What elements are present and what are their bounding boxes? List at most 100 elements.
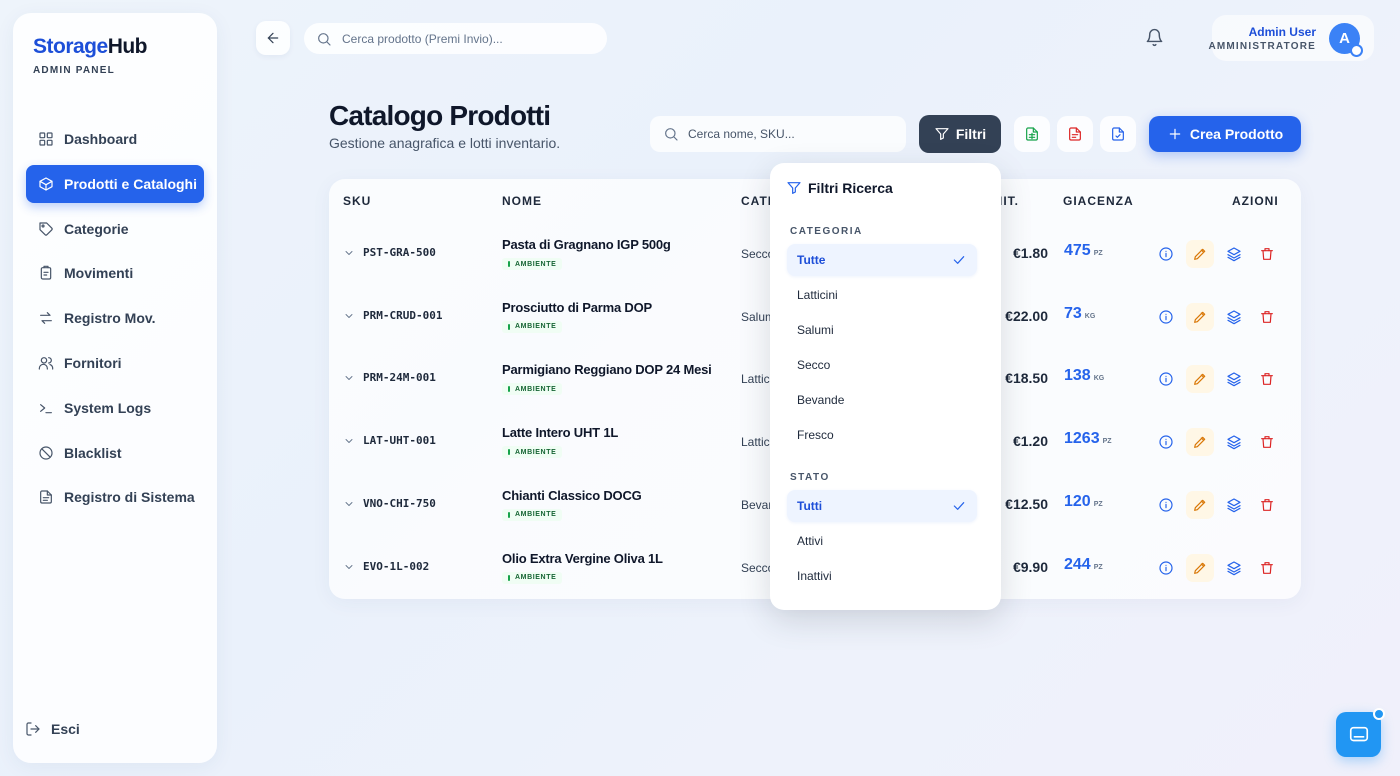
edit-button[interactable] <box>1186 302 1214 331</box>
sidebar-item-movement-log[interactable]: Registro Mov. <box>26 299 204 337</box>
sidebar-item-dashboard[interactable]: Dashboard <box>26 120 204 158</box>
sidebar-item-label: Fornitori <box>64 354 122 371</box>
notifications-button[interactable] <box>1145 28 1164 52</box>
storage-badge: AMBIENTE <box>502 446 563 459</box>
trash-icon <box>1259 497 1275 513</box>
create-product-label: Crea Prodotto <box>1189 126 1284 142</box>
storage-badge: AMBIENTE <box>502 383 563 396</box>
filters-button[interactable]: Filtri <box>919 115 1001 153</box>
sidebar-item-suppliers[interactable]: Fornitori <box>26 344 204 382</box>
info-icon <box>1158 434 1174 450</box>
batches-button[interactable] <box>1220 554 1248 582</box>
batches-button[interactable] <box>1220 365 1248 393</box>
storage-badge: AMBIENTE <box>502 508 563 521</box>
sidebar-item-system-logs[interactable]: System Logs <box>26 389 204 427</box>
filters-title-label: Filtri Ricerca <box>808 180 893 196</box>
edit-button[interactable] <box>1186 428 1214 457</box>
info-button[interactable] <box>1152 240 1180 268</box>
option-label: Latticini <box>797 288 838 302</box>
back-button[interactable] <box>256 21 290 55</box>
stock-value: 138 <box>1064 367 1091 385</box>
page-title: Catalogo Prodotti <box>329 100 551 131</box>
chevron-down-icon[interactable] <box>343 561 355 573</box>
chevron-down-icon[interactable] <box>343 372 355 384</box>
check-icon <box>951 252 967 268</box>
grid-icon <box>38 131 54 147</box>
edit-button[interactable] <box>1186 365 1214 394</box>
info-button[interactable] <box>1152 428 1180 456</box>
column-header-stock[interactable]: GIACENZA <box>1063 194 1134 208</box>
avatar[interactable]: A <box>1329 23 1363 57</box>
chevron-down-icon[interactable] <box>343 498 355 510</box>
category-option-dry[interactable]: Secco <box>787 349 977 381</box>
storage-badge: AMBIENTE <box>502 320 563 333</box>
row-sku: PST-GRA-500 <box>363 246 436 259</box>
info-button[interactable] <box>1152 365 1180 393</box>
export-excel-button[interactable] <box>1014 116 1050 152</box>
sidebar-item-label: Blacklist <box>64 444 122 461</box>
edit-button[interactable] <box>1186 240 1214 268</box>
sidebar-item-label: Categorie <box>64 220 129 237</box>
sidebar-item-label: Registro di Sistema <box>64 489 195 506</box>
logout-button[interactable]: Esci <box>25 721 80 737</box>
tag-icon <box>38 221 54 237</box>
user-name: Admin User <box>1248 25 1316 39</box>
storage-badge: AMBIENTE <box>502 571 563 584</box>
row-stock: 1263 PZ <box>1064 430 1112 448</box>
catalog-search-input[interactable] <box>688 127 888 141</box>
sidebar-item-categories[interactable]: Categorie <box>26 210 204 248</box>
delete-button[interactable] <box>1253 240 1281 268</box>
batches-button[interactable] <box>1220 491 1248 519</box>
delete-button[interactable] <box>1253 303 1281 331</box>
category-option-dairy[interactable]: Latticini <box>787 279 977 311</box>
trash-icon <box>1259 246 1275 262</box>
export-pdf-button[interactable] <box>1057 116 1093 152</box>
sidebar-item-system-registry[interactable]: Registro di Sistema <box>26 478 204 516</box>
row-stock: 138 KG <box>1064 367 1104 385</box>
page-subtitle: Gestione anagrafica e lotti inventario. <box>329 135 561 151</box>
global-search-input[interactable] <box>342 31 582 46</box>
batches-button[interactable] <box>1220 303 1248 331</box>
status-option-inactive[interactable]: Inattivi <box>787 560 977 592</box>
status-option-active[interactable]: Attivi <box>787 525 977 557</box>
ban-icon <box>38 445 54 461</box>
chevron-down-icon[interactable] <box>343 435 355 447</box>
row-stock: 120 PZ <box>1064 493 1103 511</box>
sidebar-item-blacklist[interactable]: Blacklist <box>26 434 204 472</box>
row-stock: 244 PZ <box>1064 556 1103 574</box>
terminal-icon <box>38 400 54 416</box>
chevron-down-icon[interactable] <box>343 310 355 322</box>
status-option-all[interactable]: Tutti <box>787 490 977 522</box>
delete-button[interactable] <box>1253 428 1281 456</box>
sidebar-item-movements[interactable]: Movimenti <box>26 254 204 292</box>
bell-icon <box>1145 28 1164 47</box>
check-icon <box>951 498 967 514</box>
layers-icon <box>1226 434 1242 450</box>
category-option-fresh[interactable]: Fresco <box>787 419 977 451</box>
trash-icon <box>1259 434 1275 450</box>
info-button[interactable] <box>1152 303 1180 331</box>
edit-button[interactable] <box>1186 553 1214 582</box>
batches-button[interactable] <box>1220 240 1248 268</box>
batches-button[interactable] <box>1220 428 1248 456</box>
stock-unit: KG <box>1093 375 1105 383</box>
row-stock: 475 PZ <box>1064 242 1103 260</box>
arrow-left-icon <box>265 30 281 46</box>
export-doc-button[interactable] <box>1100 116 1136 152</box>
stock-value: 244 <box>1064 555 1091 573</box>
chevron-down-icon[interactable] <box>343 247 355 259</box>
info-button[interactable] <box>1152 491 1180 519</box>
edit-button[interactable] <box>1186 490 1214 519</box>
category-option-beverages[interactable]: Bevande <box>787 384 977 416</box>
delete-button[interactable] <box>1253 554 1281 582</box>
create-product-button[interactable]: Crea Prodotto <box>1149 116 1301 152</box>
document-icon <box>1110 126 1126 142</box>
chat-button[interactable] <box>1336 708 1385 757</box>
info-button[interactable] <box>1152 554 1180 582</box>
category-option-all[interactable]: Tutte <box>787 244 977 276</box>
user-menu[interactable]: Admin User AMMINISTRATORE A <box>1208 15 1374 61</box>
sidebar-item-products[interactable]: Prodotti e Cataloghi <box>26 164 204 203</box>
delete-button[interactable] <box>1253 365 1281 393</box>
delete-button[interactable] <box>1253 491 1281 519</box>
category-option-cured-meats[interactable]: Salumi <box>787 314 977 346</box>
